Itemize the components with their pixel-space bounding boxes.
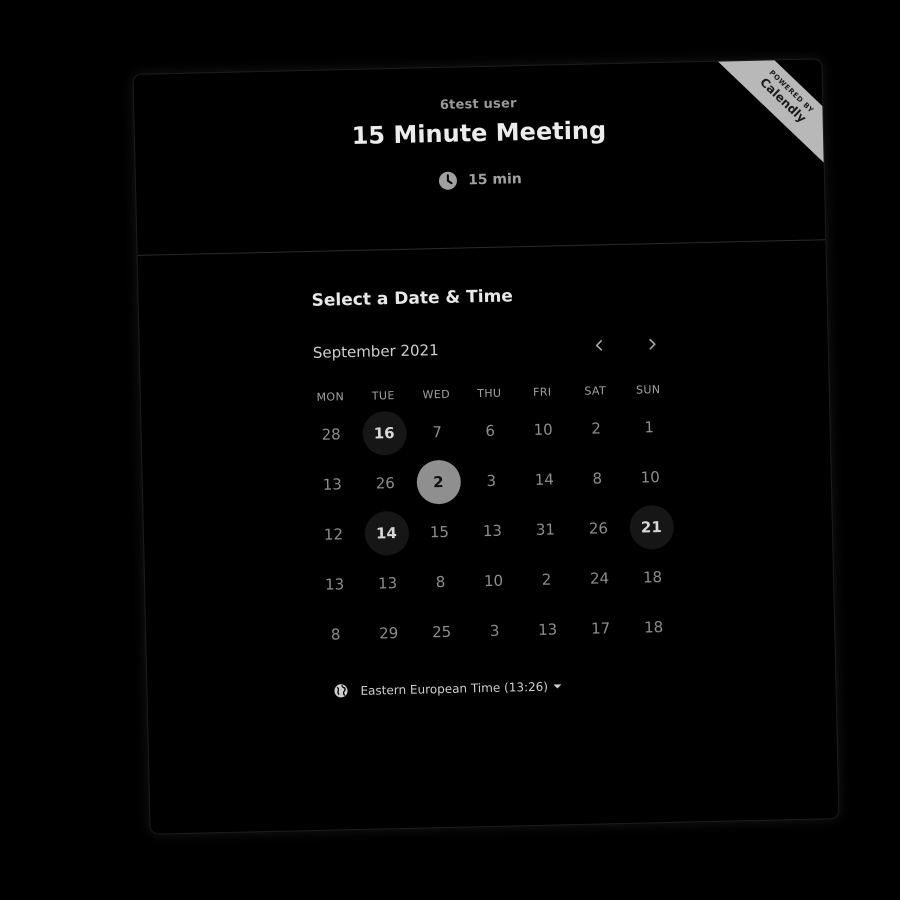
day-number: 17 bbox=[590, 619, 611, 638]
calendar-panel: Select a Date & Time September 2021 MON … bbox=[138, 240, 839, 833]
day-number: 2 bbox=[591, 419, 602, 438]
weekday-label: TUE bbox=[371, 389, 395, 403]
calendar-day: 2 bbox=[569, 403, 623, 454]
chevron-left-icon bbox=[595, 339, 603, 351]
calendar-day: 15 bbox=[412, 506, 466, 557]
day-number: 3 bbox=[486, 471, 497, 490]
day-number: 6 bbox=[485, 421, 496, 441]
calendar-grid: 28 16 7 6 10 2 1 13 26 2 3 14 8 10 12 14 15 13 31 26 21 13 13 8… bbox=[304, 402, 681, 660]
weekday-header: MON TUE WED THU FRI SAT SUN bbox=[304, 383, 675, 404]
day-number: 28 bbox=[321, 425, 341, 444]
calendar-day: 10 bbox=[466, 555, 520, 606]
day-number: 18 bbox=[642, 568, 663, 587]
weekday-label: WED bbox=[422, 387, 451, 402]
day-number: 31 bbox=[535, 520, 556, 539]
globe-icon bbox=[334, 684, 348, 698]
calendar-day: 28 bbox=[304, 409, 358, 460]
calendar-day: 31 bbox=[518, 504, 572, 555]
event-header: 6test user 15 Minute Meeting 15 min POWE… bbox=[133, 59, 839, 256]
selected-day[interactable]: 2 bbox=[411, 456, 465, 507]
day-number: 21 bbox=[628, 504, 674, 550]
timezone-label: Eastern European Time (13:26) bbox=[360, 679, 549, 698]
calendar-day: 8 bbox=[414, 556, 468, 607]
day-number: 10 bbox=[533, 420, 553, 439]
powered-by-calendly-badge[interactable]: POWERED BY Calendly bbox=[717, 59, 839, 165]
weekday-label: SUN bbox=[635, 383, 661, 397]
brand-label: Calendly bbox=[757, 75, 809, 126]
day-number: 13 bbox=[377, 574, 398, 593]
calendar-day: 26 bbox=[571, 503, 625, 554]
day-number: 7 bbox=[432, 422, 443, 442]
caret-down-icon bbox=[552, 683, 561, 688]
weekday-label: SAT bbox=[584, 384, 607, 398]
calendar-day: 10 bbox=[516, 404, 570, 455]
day-number: 14 bbox=[363, 510, 409, 556]
weekday-label: FRI bbox=[532, 385, 552, 399]
calendar-day: 29 bbox=[362, 608, 416, 659]
day-number: 18 bbox=[643, 618, 664, 637]
day-number: 24 bbox=[589, 569, 610, 588]
day-number: 12 bbox=[323, 525, 344, 544]
timezone-selector[interactable]: Eastern European Time (13:26) bbox=[333, 678, 561, 698]
day-number: 13 bbox=[482, 521, 503, 541]
day-number: 2 bbox=[541, 570, 552, 589]
calendar-day: 2 bbox=[519, 554, 573, 605]
calendar-day: 17 bbox=[574, 603, 628, 654]
day-number: 8 bbox=[330, 625, 341, 644]
day-number: 13 bbox=[537, 620, 558, 639]
day-number: 3 bbox=[489, 621, 500, 640]
calendar-day: 8 bbox=[570, 453, 624, 504]
event-title: 15 Minute Meeting bbox=[351, 116, 607, 150]
calendar-day: 18 bbox=[625, 552, 679, 603]
calendar-day: 3 bbox=[468, 605, 522, 656]
day-number: 14 bbox=[534, 470, 555, 489]
day-number: 29 bbox=[378, 624, 399, 643]
duration-label: 15 min bbox=[467, 171, 522, 189]
weekday-label: THU bbox=[477, 386, 502, 401]
calendar-day: 7 bbox=[410, 407, 464, 458]
calendar-day: 25 bbox=[415, 606, 469, 657]
scheduling-card: 6test user 15 Minute Meeting 15 min POWE… bbox=[133, 59, 839, 834]
calendar-day: 12 bbox=[306, 509, 360, 560]
calendar-day: 1 bbox=[622, 402, 676, 453]
available-day[interactable]: 14 bbox=[359, 508, 413, 559]
month-label: September 2021 bbox=[312, 341, 439, 362]
previous-month-button[interactable] bbox=[583, 329, 616, 362]
calendar-day: 13 bbox=[305, 459, 359, 510]
day-number: 8 bbox=[435, 572, 446, 592]
day-number: 13 bbox=[322, 475, 343, 494]
calendar-day: 24 bbox=[572, 553, 626, 604]
available-day[interactable]: 21 bbox=[624, 502, 678, 553]
next-month-button[interactable] bbox=[635, 328, 668, 361]
page: 6test user 15 Minute Meeting 15 min POWE… bbox=[0, 0, 900, 900]
day-number: 8 bbox=[592, 469, 603, 488]
calendar-day: 13 bbox=[308, 559, 362, 610]
calendar-day: 3 bbox=[464, 455, 518, 506]
calendar-day: 6 bbox=[463, 405, 517, 456]
day-number: 1 bbox=[644, 418, 655, 437]
day-number: 25 bbox=[431, 622, 452, 642]
calendar-day: 10 bbox=[623, 452, 677, 503]
calendar-day: 26 bbox=[358, 458, 412, 509]
clock-icon bbox=[438, 171, 458, 191]
calendar-day: 18 bbox=[627, 602, 681, 653]
weekday-label: MON bbox=[316, 390, 345, 404]
day-number: 10 bbox=[483, 571, 504, 591]
day-number: 26 bbox=[588, 519, 609, 538]
available-day[interactable]: 16 bbox=[357, 408, 411, 459]
day-number: 16 bbox=[361, 410, 407, 456]
calendar-day: 13 bbox=[521, 604, 575, 655]
calendar-day: 8 bbox=[309, 609, 363, 660]
calendar-day: 13 bbox=[361, 558, 415, 609]
day-number: 15 bbox=[429, 522, 450, 542]
day-number: 10 bbox=[640, 468, 660, 487]
calendar-day: 13 bbox=[465, 505, 519, 556]
section-title: Select a Date & Time bbox=[311, 286, 514, 311]
calendar-day: 14 bbox=[517, 454, 571, 505]
day-number: 2 bbox=[415, 459, 461, 505]
day-number: 26 bbox=[375, 474, 396, 493]
chevron-right-icon bbox=[649, 338, 656, 350]
event-duration: 15 min bbox=[136, 162, 824, 198]
day-number: 13 bbox=[324, 575, 345, 594]
